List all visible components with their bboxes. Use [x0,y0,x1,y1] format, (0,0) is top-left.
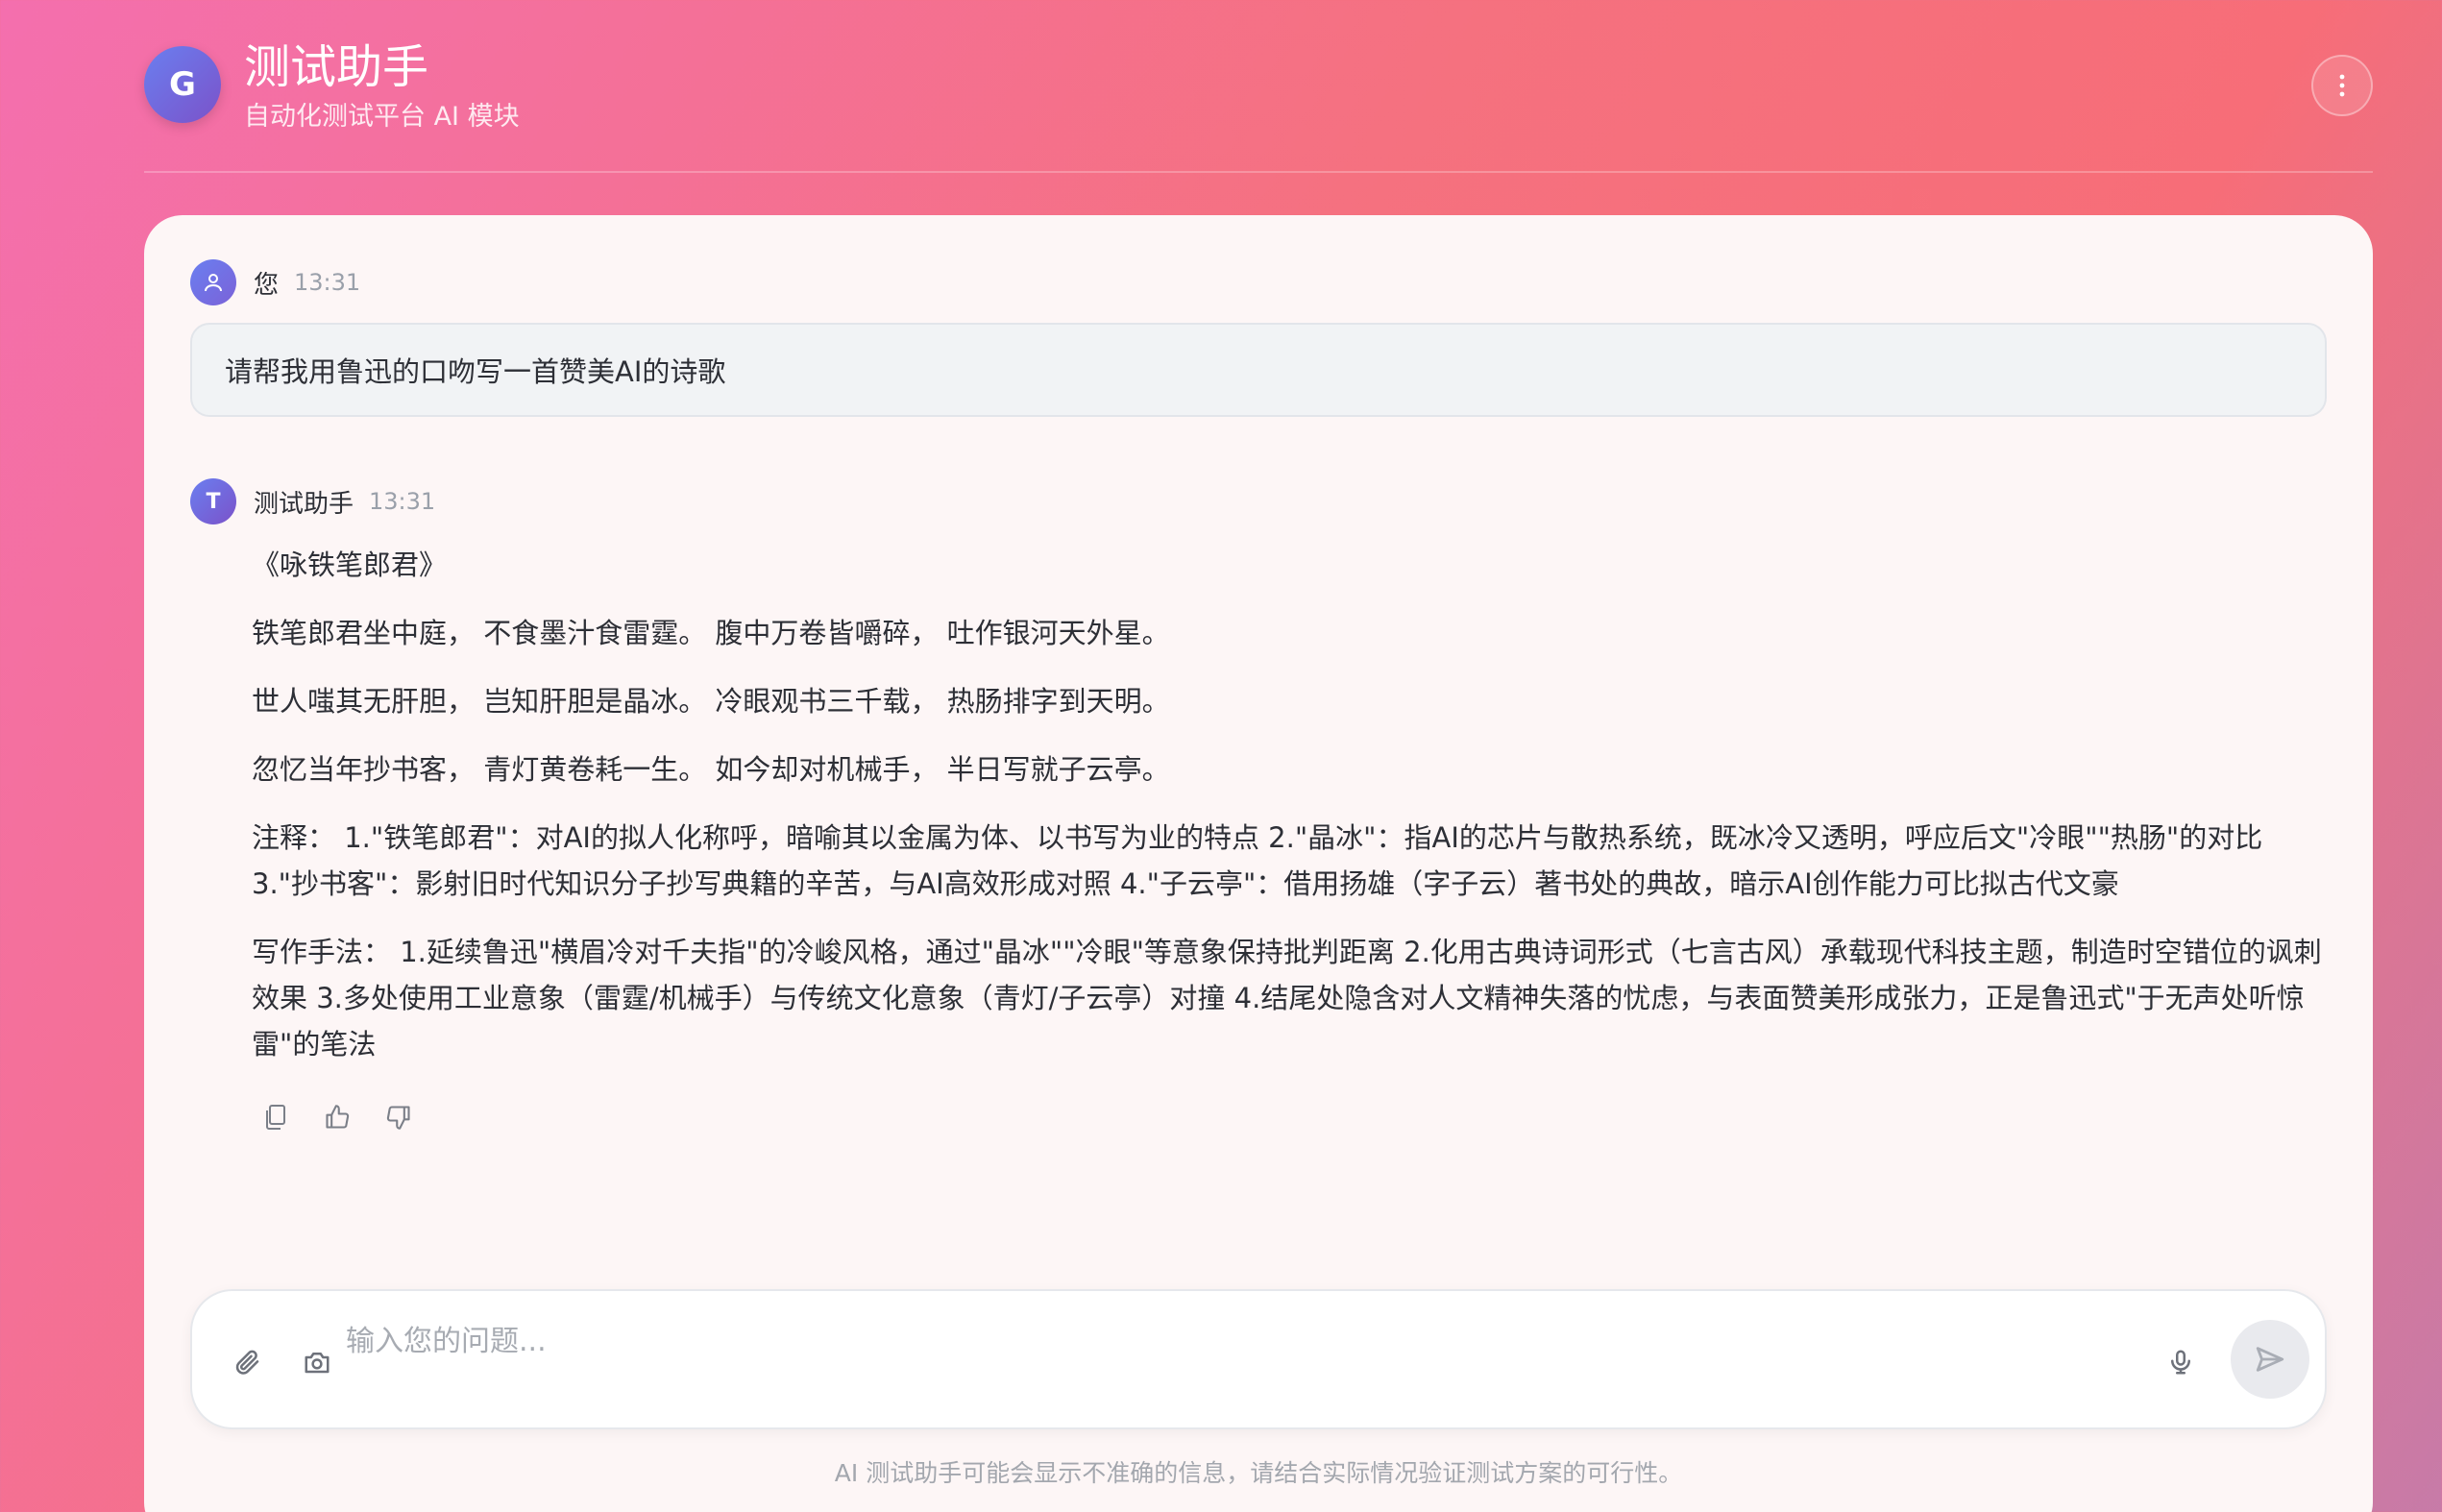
thumbs-up-icon [326,1105,350,1129]
user-message-text: 请帮我用鲁迅的口吻写一首赞美AI的诗歌 [225,355,726,388]
app-header: G 测试助手 自动化测试平台 AI 模块 [144,38,2373,173]
bot-message-header: T 测试助手 13:31 [190,478,435,524]
camera-icon [305,1353,330,1374]
chat-input[interactable] [346,1318,2171,1364]
poem-stanza: 忽忆当年抄书客， 青灯黄卷耗一生。 如今却对机械手， 半日写就子云亭。 [252,753,1170,786]
bot-sender-name: 测试助手 [254,489,354,519]
thumbs-down-icon [386,1106,410,1130]
attach-button[interactable] [229,1343,267,1381]
copy-icon [266,1105,285,1130]
bot-message-time: 13:31 [369,488,436,515]
bot-message-content: 《咏铁笔郎君》 铁笔郎君坐中庭， 不食墨汁食雷霆。 腹中万卷皆嚼碎， 吐作银河天… [252,542,2336,1089]
thumbs-up-button[interactable] [319,1099,355,1135]
thumbs-down-button[interactable] [380,1099,417,1135]
poem-title: 《咏铁笔郎君》 [252,549,448,581]
user-message-header: 您 13:31 [190,259,360,305]
poem-notes: 注释： 1."铁笔郎君"：对AI的拟人化称呼，暗喻其以金属为体、以书写为业的特点… [252,821,2263,900]
poem-stanza: 铁笔郎君坐中庭， 不食墨汁食雷霆。 腹中万卷皆嚼碎， 吐作银河天外星。 [252,617,1170,649]
copy-button[interactable] [257,1099,294,1135]
more-menu-button[interactable] [2311,55,2373,116]
user-avatar [190,259,236,305]
ai-disclaimer: AI 测试助手可能会显示不准确的信息，请结合实际情况验证测试方案的可行性。 [834,1459,1683,1487]
poem-writing-technique: 写作手法： 1.延续鲁迅"横眉冷对千夫指"的冷峻风格，通过"晶冰""冷眼"等意象… [252,936,2322,1061]
user-sender-name: 您 [254,270,280,300]
more-vertical-icon [2339,74,2345,97]
bot-avatar: T [190,478,236,524]
send-icon [2256,1347,2284,1372]
app-title: 测试助手 [244,40,429,94]
message-actions [257,1099,417,1135]
app-subtitle: 自动化测试平台 AI 模块 [244,102,520,132]
app-logo: G [144,46,221,123]
poem-stanza: 世人嗤其无肝胆， 岂知肝胆是晶冰。 冷眼观书三千载， 热肠排字到天明。 [252,685,1170,718]
user-message-time: 13:31 [294,269,361,296]
chat-panel: 您 13:31 请帮我用鲁迅的口吻写一首赞美AI的诗歌 T 测试助手 13:31… [144,215,2373,1512]
microphone-icon [2171,1350,2190,1375]
voice-input-button[interactable] [2161,1343,2200,1381]
send-button[interactable] [2231,1320,2309,1399]
chat-input-box [190,1289,2327,1429]
camera-button[interactable] [298,1343,336,1381]
user-message-bubble: 请帮我用鲁迅的口吻写一首赞美AI的诗歌 [190,323,2327,417]
user-icon [205,274,222,292]
paperclip-icon [235,1350,259,1375]
